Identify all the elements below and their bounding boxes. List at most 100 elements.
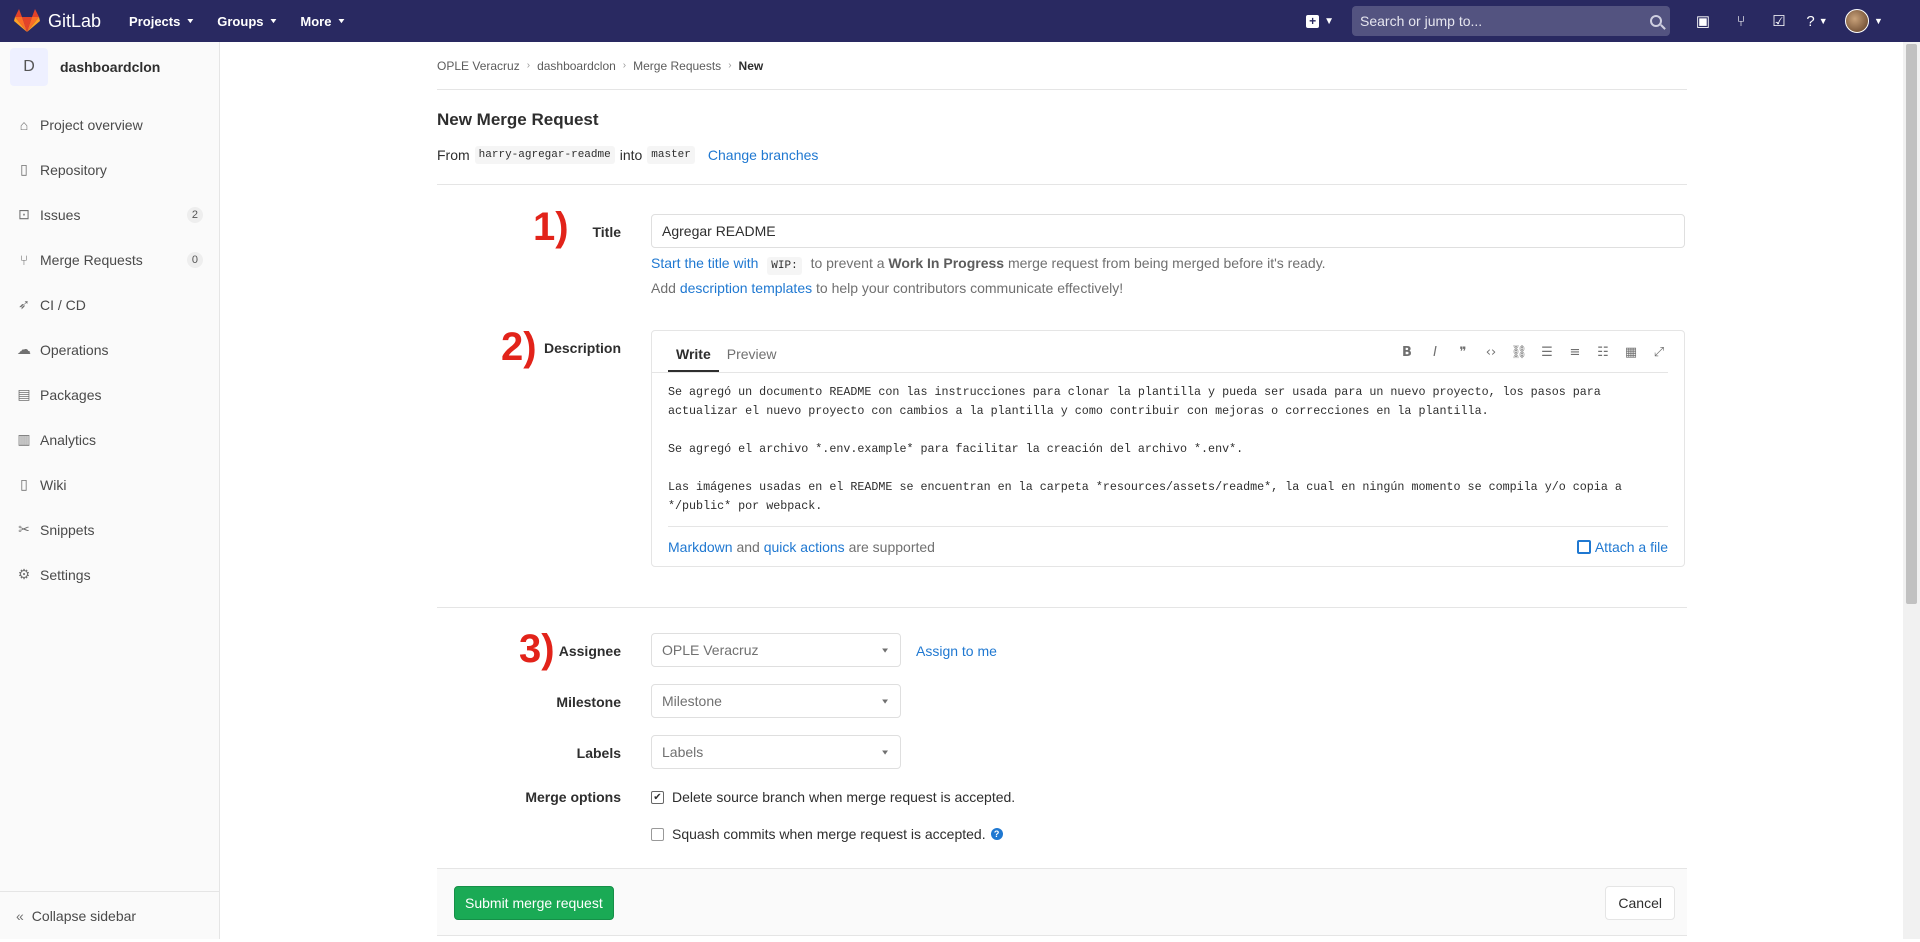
annotation-2: 2) xyxy=(501,325,537,369)
attach-file-button[interactable]: Attach a file xyxy=(1576,539,1668,555)
sidebar-nav: ⌂ Project overview ▯ Repository ⊡ Issues 2 ⑂… xyxy=(0,102,219,597)
breadcrumb-group[interactable]: OPLE Veracruz xyxy=(437,59,520,73)
sidebar-item-issues[interactable]: ⊡ Issues 2 xyxy=(0,192,219,237)
from-label: From xyxy=(437,147,470,163)
search-icon xyxy=(1650,15,1662,27)
project-name: dashboardclon xyxy=(60,59,161,75)
section-divider xyxy=(437,607,1687,608)
tab-write[interactable]: Write xyxy=(668,346,719,372)
assign-to-me-link[interactable]: Assign to me xyxy=(916,643,997,659)
delete-source-branch-checkbox[interactable]: ✔ xyxy=(651,790,664,804)
sidebar-item-settings[interactable]: ⚙ Settings xyxy=(0,552,219,597)
scrollbar-thumb[interactable] xyxy=(1906,44,1917,604)
breadcrumb-project[interactable]: dashboardclon xyxy=(537,59,616,73)
bullet-list-icon[interactable]: ☰ xyxy=(1538,343,1556,361)
merge-request-icon[interactable]: ⑂ xyxy=(1722,0,1760,42)
page-scrollbar[interactable] xyxy=(1903,42,1920,939)
wip-hint-mid: to prevent a xyxy=(810,255,885,271)
supported-text: are supported xyxy=(848,538,935,555)
merge-request-icon: ⑂ xyxy=(19,251,29,268)
book-icon: ▯ xyxy=(20,476,28,492)
numbered-list-icon[interactable]: ≡ xyxy=(1566,343,1584,361)
assignee-select[interactable]: OPLE Veracruz ▼ xyxy=(651,633,901,667)
breadcrumb-current[interactable]: New xyxy=(739,59,764,73)
description-label: Description xyxy=(543,340,621,356)
change-branches-link[interactable]: Change branches xyxy=(708,147,819,163)
table-icon[interactable]: ▦ xyxy=(1622,343,1640,361)
cloud-icon: ☁ xyxy=(17,341,31,357)
user-menu[interactable]: ▼ xyxy=(1836,0,1892,42)
new-dropdown-button[interactable]: + ▼ xyxy=(1306,14,1334,28)
squash-commits-option[interactable]: Squash commits when merge request is acc… xyxy=(651,826,1003,842)
italic-icon[interactable]: I xyxy=(1426,343,1444,361)
wip-hint-link[interactable]: Start the title with xyxy=(651,255,758,271)
tab-preview[interactable]: Preview xyxy=(719,346,785,372)
sidebar-item-snippets[interactable]: ✂ Snippets xyxy=(0,507,219,552)
milestone-label: Milestone xyxy=(556,694,621,710)
labels-value: Labels xyxy=(662,744,704,760)
description-templates-link[interactable]: description templates xyxy=(680,280,812,296)
sidebar-item-wiki[interactable]: ▯ Wiki xyxy=(0,462,219,507)
merge-requests-count-badge: 0 xyxy=(186,251,203,268)
wip-hint-bold: Work In Progress xyxy=(888,255,1005,271)
quote-icon[interactable]: ❞ xyxy=(1454,343,1472,361)
nav-projects[interactable]: Projects ▼ xyxy=(129,14,195,29)
submit-merge-request-button[interactable]: Submit merge request xyxy=(454,886,614,920)
templates-pre: Add xyxy=(651,280,676,296)
sidebar-item-label: Operations xyxy=(40,341,109,358)
title-label: Title xyxy=(592,224,621,240)
chevron-down-icon: ▼ xyxy=(336,17,347,25)
search-input[interactable]: Search or jump to... xyxy=(1352,6,1670,36)
image-icon xyxy=(1576,539,1591,554)
sidebar-item-merge-requests[interactable]: ⑂ Merge Requests 0 xyxy=(0,237,219,282)
fullscreen-icon[interactable]: ⤢ xyxy=(1650,343,1668,361)
chevron-down-icon: ▼ xyxy=(880,697,890,705)
search-placeholder: Search or jump to... xyxy=(1360,13,1483,29)
sidebar-item-label: Repository xyxy=(40,161,107,178)
sidebar-item-packages[interactable]: ▤ Packages xyxy=(0,372,219,417)
gitlab-fox-icon xyxy=(14,9,40,32)
description-editor: Write Preview B I ❞ ‹› ⛓ ☰ ≡ ☷ ▦ ⤢ Se ag… xyxy=(651,330,1685,567)
nav-more[interactable]: More ▼ xyxy=(300,14,346,29)
sidebar-item-project-overview[interactable]: ⌂ Project overview xyxy=(0,102,219,147)
collapse-sidebar-button[interactable]: « Collapse sidebar xyxy=(0,891,219,939)
into-label: into xyxy=(619,147,643,163)
help-icon[interactable]: ? ▼ xyxy=(1798,0,1836,42)
bold-icon[interactable]: B xyxy=(1398,343,1416,361)
sidebar-item-analytics[interactable]: ▥ Analytics xyxy=(0,417,219,462)
quick-actions-link[interactable]: quick actions xyxy=(764,539,845,555)
book-icon: ▯ xyxy=(20,161,28,177)
templates-post: to help your contributors communicate ef… xyxy=(816,280,1124,296)
chevron-down-icon: ▼ xyxy=(880,646,890,654)
nav-projects-label: Projects xyxy=(129,13,181,29)
scissors-icon: ✂ xyxy=(18,521,30,537)
code-icon[interactable]: ‹› xyxy=(1482,343,1500,361)
link-icon[interactable]: ⛓ xyxy=(1510,343,1528,361)
chevron-down-icon: ▼ xyxy=(185,17,196,25)
delete-source-branch-option[interactable]: ✔ Delete source branch when merge reques… xyxy=(651,789,1015,805)
squash-commits-checkbox[interactable] xyxy=(651,827,664,841)
title-input[interactable]: Agregar README xyxy=(651,214,1685,248)
chevron-right-icon: › xyxy=(728,60,732,71)
sidebar-item-label: Project overview xyxy=(40,116,143,133)
description-textarea[interactable]: Se agregó un documento README con las in… xyxy=(668,383,1668,535)
package-icon: ▤ xyxy=(17,386,31,402)
chevron-down-icon: ▼ xyxy=(880,748,890,756)
milestone-select[interactable]: Milestone ▼ xyxy=(651,684,901,718)
gitlab-logo[interactable]: GitLab xyxy=(14,9,101,33)
sidebar-item-ci-cd[interactable]: ➶ CI / CD xyxy=(0,282,219,327)
chevron-right-icon: › xyxy=(526,60,531,71)
sidebar-item-operations[interactable]: ☁ Operations xyxy=(0,327,219,372)
checklist-icon[interactable]: ☑ xyxy=(1760,0,1798,42)
breadcrumb-merge-requests[interactable]: Merge Requests xyxy=(633,59,721,73)
sidebar-item-repository[interactable]: ▯ Repository xyxy=(0,147,219,192)
labels-select[interactable]: Labels ▼ xyxy=(651,735,901,769)
sidebar-item-label: CI / CD xyxy=(40,296,86,313)
todo-icon[interactable]: ▣ xyxy=(1684,0,1722,42)
sidebar-project-header[interactable]: D dashboardclon xyxy=(0,42,219,92)
cancel-button[interactable]: Cancel xyxy=(1605,886,1675,920)
help-icon[interactable]: ? xyxy=(990,828,1003,840)
task-list-icon[interactable]: ☷ xyxy=(1594,343,1612,361)
nav-groups[interactable]: Groups ▼ xyxy=(217,14,278,29)
markdown-link[interactable]: Markdown xyxy=(668,539,733,555)
